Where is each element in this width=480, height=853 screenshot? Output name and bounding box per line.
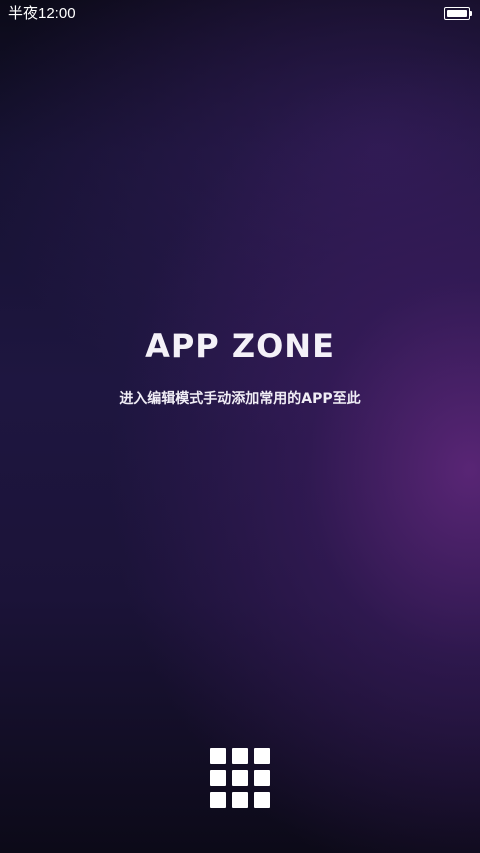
grid-3x3-icon bbox=[254, 792, 270, 808]
grid-3x3-icon bbox=[232, 770, 248, 786]
grid-3x3-icon bbox=[210, 770, 226, 786]
battery-icon bbox=[444, 7, 472, 20]
grid-3x3-icon bbox=[232, 792, 248, 808]
status-bar: 半夜12:00 bbox=[0, 0, 480, 28]
battery-tip bbox=[470, 11, 472, 16]
grid-3x3-icon bbox=[232, 748, 248, 764]
app-drawer-button[interactable] bbox=[210, 748, 270, 808]
app-zone-hint: 进入编辑模式手动添加常用的APP至此 bbox=[119, 391, 361, 407]
home-screen: 半夜12:00 APP ZONE 进入编辑模式手动添加常用的APP至此 bbox=[0, 0, 480, 853]
status-time: 半夜12:00 bbox=[8, 5, 76, 22]
grid-3x3-icon bbox=[254, 748, 270, 764]
app-zone-title: APP ZONE bbox=[145, 327, 335, 365]
battery-body bbox=[444, 7, 470, 20]
battery-fill bbox=[447, 10, 467, 17]
grid-3x3-icon bbox=[254, 770, 270, 786]
grid-3x3-icon bbox=[210, 748, 226, 764]
grid-3x3-icon bbox=[210, 792, 226, 808]
